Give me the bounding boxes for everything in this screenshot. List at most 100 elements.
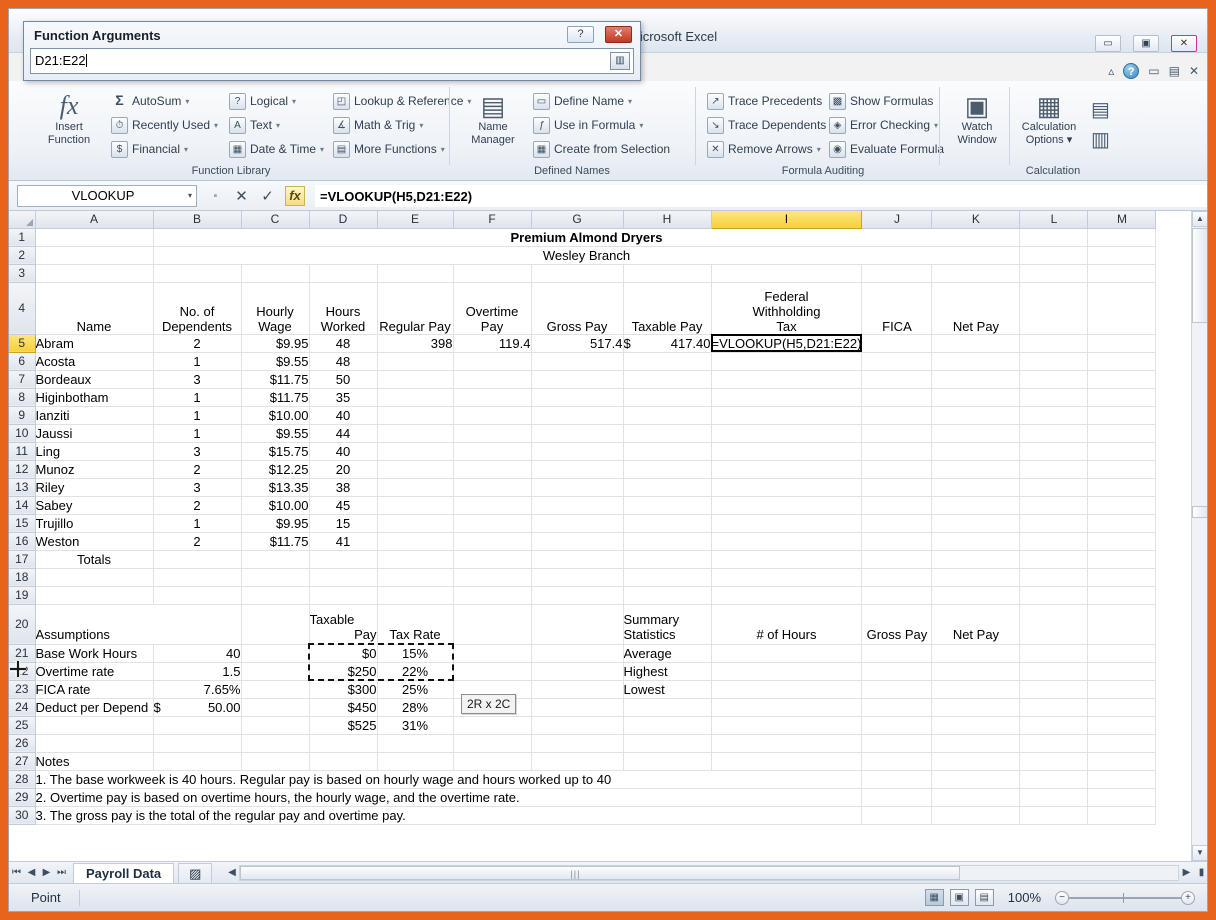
- cell-dependents[interactable]: 1: [153, 514, 241, 532]
- grid-cell-empty[interactable]: [1088, 806, 1156, 824]
- grid-cell-empty[interactable]: [1088, 604, 1156, 644]
- summary-value-gross[interactable]: [862, 716, 932, 734]
- cell-overtime-pay[interactable]: 119.4: [453, 334, 531, 352]
- cell-dependents[interactable]: 1: [153, 352, 241, 370]
- grid-cell-empty[interactable]: [1088, 698, 1156, 716]
- grid-cell-empty[interactable]: [1088, 716, 1156, 734]
- grid-cell-empty[interactable]: [623, 752, 711, 770]
- summary-value-hours[interactable]: [711, 644, 862, 662]
- assumption-value[interactable]: 7.65%: [153, 680, 241, 698]
- cell-employee-name[interactable]: Ling: [35, 442, 153, 460]
- grid-cell-empty[interactable]: [1088, 734, 1156, 752]
- row-header-2[interactable]: 2: [9, 246, 35, 264]
- grid-cell-empty[interactable]: [153, 752, 241, 770]
- cell-regular-pay[interactable]: [377, 406, 453, 424]
- tax-table-pay[interactable]: $450: [309, 698, 377, 716]
- normal-view-button[interactable]: ▦: [925, 889, 944, 906]
- column-header-F[interactable]: F: [453, 211, 531, 228]
- grid-cell-empty[interactable]: [1088, 406, 1156, 424]
- remove-arrows-button[interactable]: ✕Remove Arrows▾: [707, 137, 821, 161]
- tax-table-rate[interactable]: 31%: [377, 716, 453, 734]
- cell-federal-withholding-tax[interactable]: [711, 532, 862, 550]
- grid-cell-empty[interactable]: [1020, 406, 1088, 424]
- summary-value-gross[interactable]: [862, 662, 932, 680]
- summary-value-net[interactable]: [932, 662, 1020, 680]
- row-header-14[interactable]: 14: [9, 496, 35, 514]
- row-header-4[interactable]: 4: [9, 282, 35, 334]
- summary-col-hours[interactable]: # of Hours: [711, 604, 862, 644]
- use-in-formula-button[interactable]: ƒUse in Formula▾: [533, 113, 643, 137]
- cell-hourly-wage[interactable]: $11.75: [241, 388, 309, 406]
- grid-cell-empty[interactable]: [531, 680, 623, 698]
- cell-overtime-pay[interactable]: [453, 370, 531, 388]
- header-taxable-pay[interactable]: Taxable Pay: [623, 282, 711, 334]
- grid-cell-empty[interactable]: [309, 586, 377, 604]
- grid-cell-empty[interactable]: [1088, 282, 1156, 334]
- summary-row-label[interactable]: Lowest: [623, 680, 711, 698]
- assumption-label[interactable]: Deduct per Depend: [35, 698, 153, 716]
- tax-table-pay[interactable]: $300: [309, 680, 377, 698]
- grid-cell-empty[interactable]: [623, 264, 711, 282]
- cell-fica[interactable]: [862, 460, 932, 478]
- grid-cell-empty[interactable]: [1020, 644, 1088, 662]
- column-header-C[interactable]: C: [241, 211, 309, 228]
- grid-cell-empty[interactable]: [1088, 496, 1156, 514]
- cell-net-pay[interactable]: [932, 478, 1020, 496]
- cell-fica[interactable]: [862, 496, 932, 514]
- grid-cell-empty[interactable]: [1020, 788, 1088, 806]
- scroll-right-button[interactable]: ▶: [1179, 867, 1194, 878]
- summary-value-gross[interactable]: [862, 698, 932, 716]
- cell-dependents[interactable]: 2: [153, 496, 241, 514]
- cell-overtime-pay[interactable]: [453, 442, 531, 460]
- worksheet-subtitle[interactable]: Wesley Branch: [153, 246, 1020, 264]
- grid-cell-empty[interactable]: [531, 662, 623, 680]
- cell-regular-pay[interactable]: [377, 424, 453, 442]
- grid-cell-empty[interactable]: [862, 264, 932, 282]
- header-gross-pay[interactable]: Gross Pay: [531, 282, 623, 334]
- cell-federal-withholding-tax[interactable]: [711, 478, 862, 496]
- grid-cell-empty[interactable]: [531, 734, 623, 752]
- grid-cell-empty[interactable]: [932, 264, 1020, 282]
- cell-overtime-pay[interactable]: [453, 514, 531, 532]
- grid-cell-empty[interactable]: [241, 662, 309, 680]
- cell-employee-name[interactable]: Trujillo: [35, 514, 153, 532]
- horizontal-scrollbar[interactable]: |||: [239, 865, 1179, 881]
- horizontal-scroll-thumb[interactable]: [240, 866, 960, 880]
- grid-cell-empty[interactable]: [862, 586, 932, 604]
- grid-cell-empty[interactable]: [711, 752, 862, 770]
- cell-taxable-pay[interactable]: [623, 532, 711, 550]
- cell-regular-pay[interactable]: [377, 514, 453, 532]
- cell-federal-withholding-tax[interactable]: [711, 370, 862, 388]
- grid-cell-empty[interactable]: [932, 806, 1020, 824]
- cell-employee-name[interactable]: Weston: [35, 532, 153, 550]
- grid-cell-empty[interactable]: [932, 550, 1020, 568]
- formula-input[interactable]: =VLOOKUP(H5,D21:E22): [315, 185, 1208, 207]
- cell-hours-worked[interactable]: 41: [309, 532, 377, 550]
- cell-hourly-wage[interactable]: $11.75: [241, 370, 309, 388]
- grid-cell-empty[interactable]: [531, 550, 623, 568]
- cell-hours-worked[interactable]: 38: [309, 478, 377, 496]
- grid-cell-empty[interactable]: [862, 770, 932, 788]
- cell-regular-pay[interactable]: [377, 442, 453, 460]
- cell-hours-worked[interactable]: 48: [309, 334, 377, 352]
- cell-taxable-pay[interactable]: [623, 460, 711, 478]
- cell-fica[interactable]: [862, 406, 932, 424]
- cell-regular-pay[interactable]: [377, 388, 453, 406]
- grid-cell-empty[interactable]: [1020, 514, 1088, 532]
- summary-row-label[interactable]: Highest: [623, 662, 711, 680]
- grid-cell-empty[interactable]: [309, 264, 377, 282]
- grid-cell-empty[interactable]: [1088, 752, 1156, 770]
- row-header-26[interactable]: 26: [9, 734, 35, 752]
- grid-cell-empty[interactable]: [241, 568, 309, 586]
- grid-cell-empty[interactable]: [1020, 604, 1088, 644]
- grid-cell-empty[interactable]: [377, 264, 453, 282]
- row-header-25[interactable]: 25: [9, 716, 35, 734]
- grid-cell-empty[interactable]: [153, 734, 241, 752]
- grid-cell-empty[interactable]: [1020, 282, 1088, 334]
- column-header-L[interactable]: L: [1020, 211, 1088, 228]
- tax-table-pay[interactable]: $250: [309, 662, 377, 680]
- grid-cell-empty[interactable]: [932, 788, 1020, 806]
- grid-cell-empty[interactable]: [309, 734, 377, 752]
- grid-cell-empty[interactable]: [35, 734, 153, 752]
- name-manager-button[interactable]: ▤ Name Manager: [461, 91, 525, 147]
